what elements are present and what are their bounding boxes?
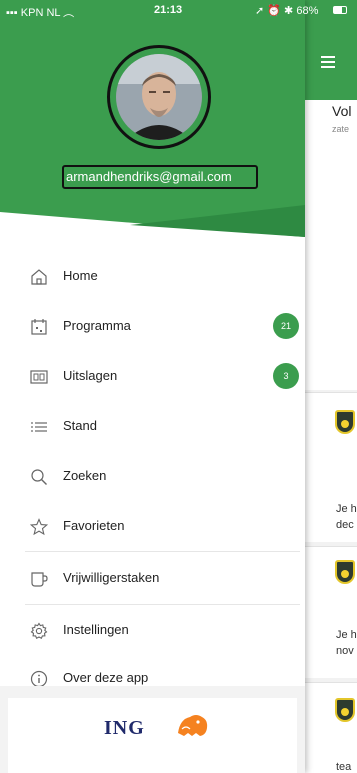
ing-lion-icon (178, 715, 208, 736)
carrier-name: KPN NL (20, 7, 61, 19)
menu-item-label: Instellingen (63, 622, 129, 637)
background-card-text: dec (336, 519, 354, 531)
profile-photo (116, 54, 202, 140)
sponsor-section: ING (0, 686, 305, 773)
menu-item-home[interactable]: Home (0, 252, 305, 302)
menu-item-favorieten[interactable]: Favorieten (0, 502, 305, 552)
background-next-match-card (305, 100, 357, 390)
menu-item-label: Uitslagen (63, 368, 118, 383)
gear-icon (30, 622, 48, 639)
signal-icon: ▪▪▪ (6, 7, 21, 19)
menu-divider (25, 604, 300, 605)
star-icon (30, 518, 48, 536)
sponsor-logo-text: ING (104, 717, 145, 739)
navigation-drawer: armandhendriks@gmail.com Home Programma … (0, 0, 305, 773)
menu-item-label: Home (63, 268, 98, 283)
battery-percent: 68% (296, 5, 319, 17)
background-card-text: Je h (336, 503, 357, 515)
menu-item-label: Vrijwilligerstaken (63, 570, 160, 585)
list-icon (31, 422, 47, 432)
user-email[interactable]: armandhendriks@gmail.com (62, 165, 258, 189)
bluetooth-icon: ✱ (284, 5, 294, 17)
search-icon (31, 469, 47, 485)
menu-item-stand[interactable]: Stand (0, 402, 305, 452)
background-card-title: Vol (332, 103, 352, 119)
menu-item-label: Over deze app (63, 670, 149, 685)
club-crest-icon (335, 410, 355, 434)
scoreboard-icon (30, 370, 48, 384)
menu-item-instellingen[interactable]: Instellingen (0, 606, 305, 656)
calendar-icon (31, 319, 47, 335)
menu-item-uitslagen[interactable]: Uitslagen 3 (0, 352, 305, 402)
alarm-icon: ⏰ (267, 5, 281, 17)
avatar[interactable] (107, 45, 211, 149)
menu-item-label: Zoeken (63, 468, 107, 483)
club-crest-icon (335, 698, 355, 722)
status-time: 21:13 (154, 4, 183, 16)
background-card-text: Je h (336, 629, 357, 641)
status-indicators: ➚ ⏰ ✱ 68% (255, 4, 318, 17)
count-badge: 3 (273, 363, 299, 389)
sponsor-banner[interactable] (8, 698, 297, 773)
background-app: Vol zate Je h dec Je h nov tea (305, 0, 357, 773)
carrier-label: ▪▪▪ KPN NL ︵ (6, 4, 74, 20)
menu-item-label: Programma (63, 318, 131, 333)
hamburger-menu-icon[interactable] (321, 56, 335, 71)
background-card-text: nov (336, 645, 354, 657)
club-crest-icon (335, 560, 355, 584)
count-badge: 21 (273, 313, 299, 339)
menu-item-programma[interactable]: Programma 21 (0, 302, 305, 352)
location-icon: ➚ (255, 5, 265, 17)
menu-divider (25, 551, 300, 552)
menu-item-label: Stand (63, 418, 97, 433)
background-card-subtitle: zate (332, 124, 350, 134)
menu-item-zoeken[interactable]: Zoeken (0, 452, 305, 502)
home-icon (31, 269, 47, 285)
menu-item-label: Favorieten (63, 518, 125, 533)
battery-icon (333, 6, 347, 14)
background-card-text: tea (336, 761, 352, 773)
menu-item-vrijwilligerstaken[interactable]: Vrijwilligerstaken (0, 554, 305, 604)
status-bar: ▪▪▪ KPN NL ︵ 21:13 ➚ ⏰ ✱ 68% (0, 0, 357, 22)
wifi-icon: ︵ (63, 7, 75, 19)
cup-icon (31, 572, 48, 587)
